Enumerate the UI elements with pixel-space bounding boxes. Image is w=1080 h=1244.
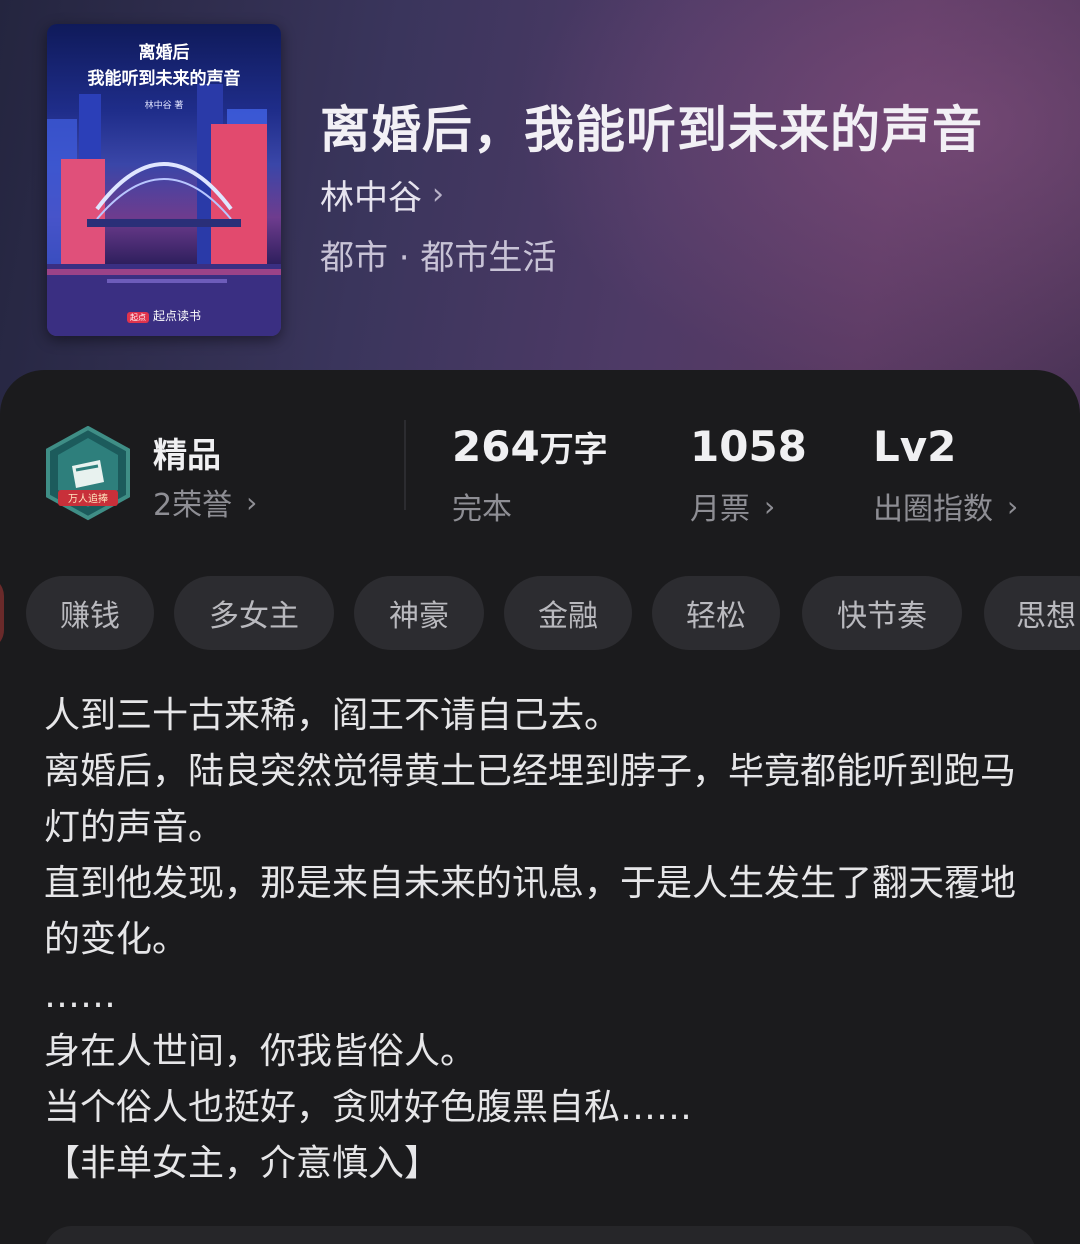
book-genre: 都市 · 都市生活	[320, 238, 557, 278]
honors-count: 2荣誉	[153, 488, 233, 523]
word-count-unit: 万字	[539, 430, 608, 470]
tag-chip[interactable]: 神豪	[354, 576, 484, 650]
honors-link[interactable]: 2荣誉 ›	[153, 480, 257, 524]
synopsis-line: 当个俗人也挺好，贪财好色腹黑自私……	[44, 1087, 693, 1128]
stats-divider	[404, 420, 406, 510]
word-count-value: 264万字	[452, 422, 608, 471]
cover-brand-tag: 起点	[126, 312, 149, 323]
monthly-ticket-value: 1058	[690, 422, 807, 471]
chevron-right-icon: ›	[432, 177, 444, 212]
tag-chip[interactable]: 金融	[504, 576, 632, 650]
completion-label: 完本	[452, 492, 512, 527]
book-cover[interactable]: 离婚后 我能听到未来的声音 林中谷 著 起点 起点读书	[47, 24, 281, 336]
badge-ribbon-text: 万人追捧	[68, 492, 108, 505]
synopsis-line: 人到三十古来稀，阎王不请自己去。	[44, 695, 621, 736]
cover-title-line2: 我能听到未来的声音	[87, 69, 241, 89]
cover-title-line1: 离婚后	[138, 43, 190, 63]
tag-chip[interactable]: 思想	[984, 576, 1080, 650]
chevron-right-icon: ›	[246, 485, 258, 519]
monthly-ticket-link[interactable]: 月票 ›	[690, 484, 775, 528]
synopsis-line: 直到他发现，那是来自未来的讯息，于是人生发生了翻天覆地的变化。	[44, 863, 1017, 960]
book-synopsis[interactable]: 人到三十古来稀，阎王不请自己去。 离婚后，陆良突然觉得黄土已经埋到脖子，毕竟都能…	[44, 688, 1044, 1192]
honor-badge-icon[interactable]: 万人追捧	[44, 426, 132, 522]
badge-label: 精品	[153, 436, 221, 476]
popularity-index-link[interactable]: 出圈指数 ›	[873, 484, 1018, 528]
tag-list: 赚钱 多女主 神豪 金融 轻松 快节奏 思想	[0, 576, 1080, 650]
tag-chip[interactable]: 轻松	[652, 576, 780, 650]
author-link[interactable]: 林中谷 ›	[320, 170, 444, 219]
completion-status: 完本	[452, 484, 512, 528]
synopsis-line: 离婚后，陆良突然觉得黄土已经埋到脖子，毕竟都能听到跑马灯的声音。	[44, 751, 1017, 848]
popularity-index-label: 出圈指数	[873, 492, 993, 527]
chevron-right-icon: ›	[764, 489, 776, 523]
monthly-ticket-label: 月票	[690, 492, 750, 527]
chevron-right-icon: ›	[1007, 489, 1019, 523]
tag-chip[interactable]: 赚钱	[26, 576, 154, 650]
popularity-index-value: Lv2	[873, 422, 957, 471]
book-title: 离婚后，我能听到未来的声音	[320, 100, 983, 159]
next-section-card	[44, 1226, 1036, 1244]
author-name: 林中谷	[320, 178, 422, 218]
cover-brand-name: 起点读书	[152, 309, 201, 323]
tag-partial[interactable]	[0, 576, 4, 650]
cover-brand: 起点 起点读书	[47, 307, 281, 324]
cover-author: 林中谷 著	[144, 101, 184, 111]
tag-chip[interactable]: 快节奏	[802, 576, 962, 650]
synopsis-line: 【非单女主，介意慎入】	[44, 1143, 441, 1184]
word-count-number: 264	[452, 422, 540, 471]
synopsis-line: 身在人世间，你我皆俗人。	[44, 1031, 477, 1072]
header-glow	[480, 0, 1080, 420]
tag-chip[interactable]: 多女主	[174, 576, 334, 650]
synopsis-line: ……	[44, 975, 116, 1016]
